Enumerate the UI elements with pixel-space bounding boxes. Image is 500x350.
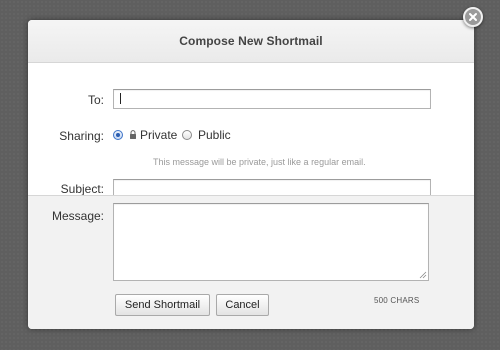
close-icon	[469, 13, 477, 21]
resize-grip-icon[interactable]	[419, 271, 427, 279]
dialog-header: Compose New Shortmail	[28, 20, 474, 63]
close-button[interactable]	[463, 7, 483, 27]
compose-dialog: Compose New Shortmail To: Sharing: Priva…	[28, 20, 474, 329]
to-field[interactable]	[113, 89, 431, 109]
compose-fields-section: To: Sharing: Private Public This message…	[28, 63, 474, 198]
sharing-public-radio[interactable]	[182, 130, 192, 140]
char-count: 500 CHARS	[374, 296, 420, 305]
subject-label: Subject:	[60, 182, 104, 196]
sharing-label: Sharing:	[59, 129, 104, 143]
dialog-title: Compose New Shortmail	[179, 34, 323, 48]
message-label: Message:	[51, 209, 104, 223]
cancel-button[interactable]: Cancel	[216, 294, 269, 316]
message-section: Message: Send Shortmail Cancel 500 CHARS	[28, 195, 474, 329]
sharing-private-label[interactable]: Private	[140, 128, 177, 142]
sharing-hint: This message will be private, just like …	[153, 157, 366, 167]
sharing-private-radio[interactable]	[113, 130, 123, 140]
send-shortmail-button[interactable]: Send Shortmail	[115, 294, 210, 316]
text-cursor	[120, 93, 121, 104]
lock-icon	[130, 130, 136, 139]
sharing-public-label[interactable]: Public	[198, 128, 231, 142]
message-textarea[interactable]	[113, 203, 429, 281]
to-label: To:	[87, 93, 104, 107]
